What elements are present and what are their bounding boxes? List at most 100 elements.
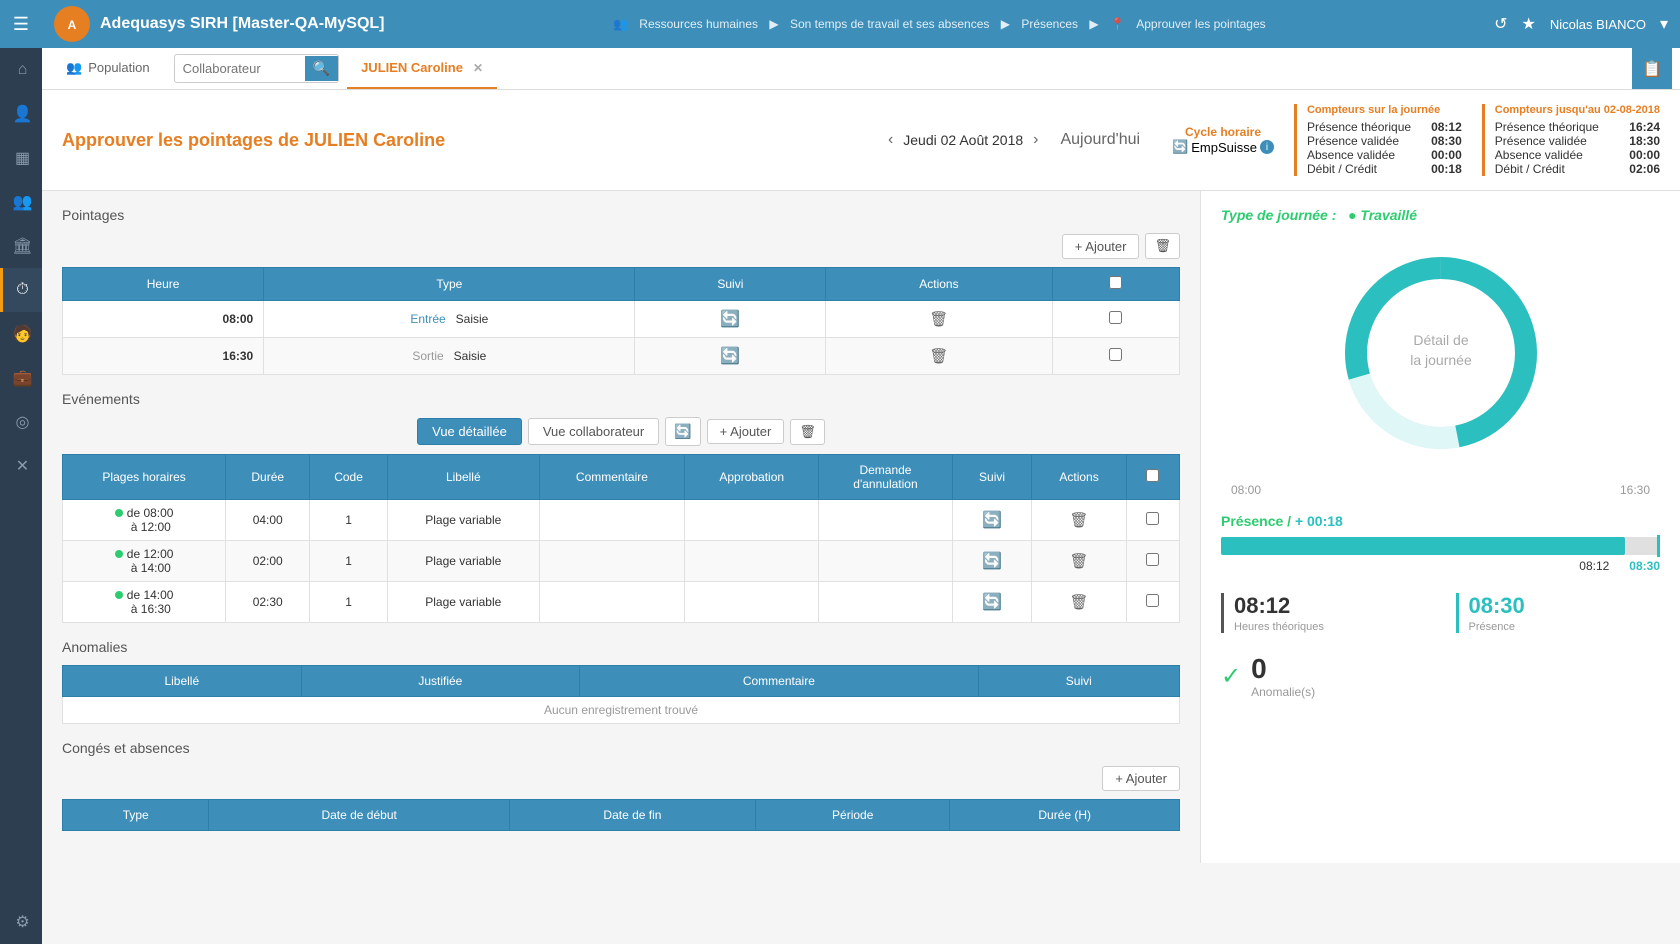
sidebar-item-tools[interactable]: ✕	[0, 444, 42, 488]
anomalie-label: Anomalie(s)	[1251, 685, 1315, 699]
evt-delete-btn-0[interactable]: 🗑	[1065, 509, 1094, 531]
sidebar-item-building[interactable]: 🏛	[0, 224, 42, 268]
conges-col-duree: Durée (H)	[950, 800, 1180, 831]
tab-julien-caroline[interactable]: JULIEN Caroline ✕	[347, 48, 497, 89]
heure-1: 16:30	[63, 338, 264, 375]
events-add-button[interactable]: + Ajouter	[707, 419, 785, 444]
evt-check-row-0[interactable]	[1146, 512, 1159, 525]
tab-population[interactable]: 👥 Population	[50, 48, 166, 89]
evt-check-row-2[interactable]	[1146, 594, 1159, 607]
sidebar-item-user[interactable]: 👤	[0, 92, 42, 136]
evt-check-0	[1126, 500, 1179, 541]
evt-suivi-btn-0[interactable]: 🔄	[977, 508, 1007, 532]
evt-approbation-0	[685, 500, 819, 541]
time-end-label: 16:30	[1620, 483, 1650, 497]
suivi-btn-0[interactable]: 🔄	[715, 307, 745, 331]
sidebar-item-settings[interactable]: ⚙	[0, 900, 42, 944]
col-actions: Actions	[826, 268, 1052, 301]
evenements-table: Plages horaires Durée Code Libellé Comme…	[62, 454, 1180, 623]
breadcrumb-item-2: Son temps de travail et ses absences	[790, 17, 989, 31]
counter-total-label-3: Débit / Crédit	[1495, 162, 1565, 176]
actions-0: 🗑	[826, 301, 1052, 338]
evt-suivi-btn-1[interactable]: 🔄	[977, 549, 1007, 573]
evt-commentaire-0	[539, 500, 684, 541]
next-date-button[interactable]: ›	[1033, 131, 1038, 149]
stat-theorique: 08:12 Heures théoriques	[1221, 593, 1426, 633]
vue-collaborateur-button[interactable]: Vue collaborateur	[528, 418, 659, 445]
cycle-block: Cycle horaire 🔄 EmpSuisse i	[1172, 125, 1274, 155]
evt-col-suivi: Suivi	[952, 455, 1032, 500]
sidebar-item-clock[interactable]: ⏱	[0, 268, 42, 312]
evt-delete-btn-2[interactable]: 🗑	[1065, 591, 1094, 613]
quick-action-button[interactable]: 📋	[1632, 48, 1672, 89]
collaborateur-search[interactable]: 🔍	[174, 54, 339, 83]
stats-row: 08:12 Heures théoriques 08:30 Présence	[1221, 593, 1660, 633]
tab-close-button[interactable]: ✕	[473, 61, 483, 75]
counter-total-value-0: 16:24	[1629, 120, 1660, 134]
user-dropdown-icon[interactable]: ▾	[1660, 14, 1668, 34]
stat-presence-label: Présence	[1469, 621, 1661, 633]
today-button[interactable]: Aujourd'hui	[1048, 127, 1152, 153]
suivi-btn-1[interactable]: 🔄	[715, 344, 745, 368]
evt-plage-1: de 12:00 à 14:00	[63, 541, 226, 582]
check-1	[1052, 338, 1179, 375]
evt-suivi-btn-2[interactable]: 🔄	[977, 590, 1007, 614]
evt-delete-btn-1[interactable]: 🗑	[1065, 550, 1094, 572]
sidebar-item-briefcase[interactable]: 💼	[0, 356, 42, 400]
events-delete-button[interactable]: 🗑	[790, 419, 825, 445]
counter-day-label-3: Débit / Crédit	[1307, 162, 1377, 176]
user-menu[interactable]: Nicolas BIANCO	[1550, 17, 1646, 32]
page-header: Approuver les pointages de JULIEN Caroli…	[42, 90, 1680, 191]
sidebar-item-grid[interactable]: ▦	[0, 136, 42, 180]
stat-presence: 08:30 Présence	[1456, 593, 1661, 633]
counter-day-row-0: Présence théorique 08:12	[1307, 120, 1462, 134]
star-icon[interactable]: ★	[1522, 14, 1536, 34]
jour-type-value: Travaillé	[1360, 207, 1417, 223]
cycle-icon: 🔄	[1172, 139, 1188, 155]
evt-suivi-1: 🔄	[952, 541, 1032, 582]
prev-date-button[interactable]: ‹	[888, 131, 893, 149]
current-date: Jeudi 02 Août 2018	[903, 132, 1023, 148]
select-all-pointages[interactable]	[1109, 276, 1122, 289]
check-0	[1052, 301, 1179, 338]
delete-btn-1[interactable]: 🗑	[924, 345, 953, 367]
info-icon[interactable]: i	[1260, 140, 1274, 154]
check-row-1[interactable]	[1109, 348, 1122, 361]
check-row-0[interactable]	[1109, 311, 1122, 324]
page-title: Approuver les pointages de JULIEN Caroli…	[62, 130, 868, 151]
breadcrumb-item-4-text: Approuver les pointages	[1136, 17, 1265, 31]
jour-type: Type de journée : ● Travaillé	[1221, 207, 1660, 223]
delete-btn-0[interactable]: 🗑	[924, 308, 953, 330]
sidebar-item-circle[interactable]: ◎	[0, 400, 42, 444]
type-label-0[interactable]: Entrée	[410, 312, 445, 326]
pointages-add-button[interactable]: + Ajouter	[1062, 234, 1140, 259]
anom-col-suivi: Suivi	[978, 666, 1179, 697]
vue-detaillee-button[interactable]: Vue détaillée	[417, 418, 522, 445]
refresh-events-button[interactable]: 🔄	[665, 417, 700, 446]
evt-col-approbation: Approbation	[685, 455, 819, 500]
conges-add-button[interactable]: + Ajouter	[1102, 766, 1180, 791]
evt-check-row-1[interactable]	[1146, 553, 1159, 566]
counter-total-label-0: Présence théorique	[1495, 120, 1599, 134]
sidebar-item-person[interactable]: 🧑	[0, 312, 42, 356]
cycle-info: 🔄 EmpSuisse i	[1172, 139, 1274, 155]
sidebar: ☰ ⌂ 👤 ▦ 👥 🏛 ⏱ 🧑 💼 ◎ ✕ ⚙	[0, 0, 42, 944]
sidebar-item-home[interactable]: ⌂	[0, 48, 42, 92]
select-all-events[interactable]	[1146, 469, 1159, 482]
stat-theorique-time: 08:12	[1234, 593, 1426, 619]
evt-col-demande: Demanded'annulation	[819, 455, 952, 500]
search-button[interactable]: 🔍	[305, 56, 338, 81]
right-panel: Type de journée : ● Travaillé	[1200, 191, 1680, 863]
evt-commentaire-2	[539, 582, 684, 623]
sidebar-menu-toggle[interactable]: ☰	[0, 0, 42, 48]
search-input[interactable]	[175, 58, 305, 79]
history-icon[interactable]: ↺	[1494, 14, 1507, 34]
pointages-delete-button[interactable]: 🗑	[1145, 233, 1180, 259]
dot-2	[115, 591, 123, 599]
anomalies-section: Anomalies Libellé Justifiée Commentaire …	[62, 639, 1180, 724]
counter-total-row-1: Présence validée 18:30	[1495, 134, 1660, 148]
counter-total-block: Compteurs jusqu'au 02-08-2018 Présence t…	[1482, 104, 1660, 176]
evt-row-2: de 14:00 à 16:30 02:30 1 Plage variable …	[63, 582, 1180, 623]
col-type: Type	[264, 268, 635, 301]
sidebar-item-people[interactable]: 👥	[0, 180, 42, 224]
